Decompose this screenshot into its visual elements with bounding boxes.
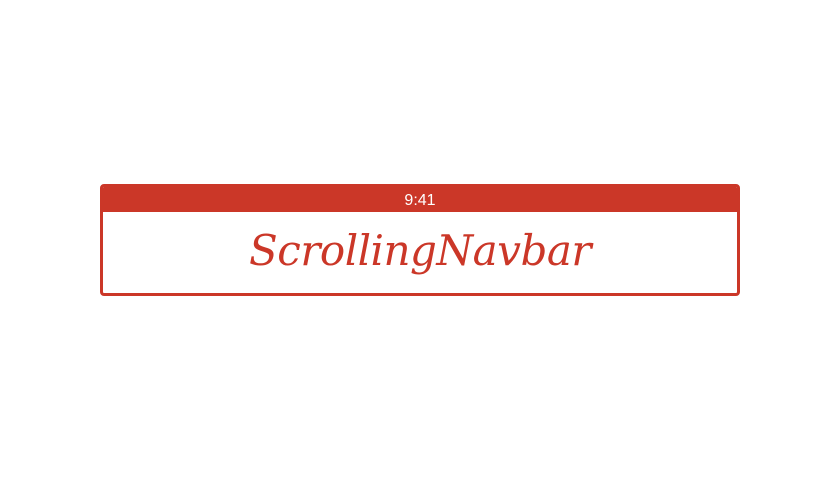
scrolling-navbar-preview: 9:41 ScrollingNavbar bbox=[100, 184, 740, 296]
navbar: ScrollingNavbar bbox=[103, 212, 737, 293]
page-canvas: 9:41 ScrollingNavbar bbox=[0, 0, 840, 480]
navbar-title: ScrollingNavbar bbox=[249, 225, 591, 275]
status-bar-time: 9:41 bbox=[404, 191, 436, 209]
status-bar: 9:41 bbox=[103, 187, 737, 212]
